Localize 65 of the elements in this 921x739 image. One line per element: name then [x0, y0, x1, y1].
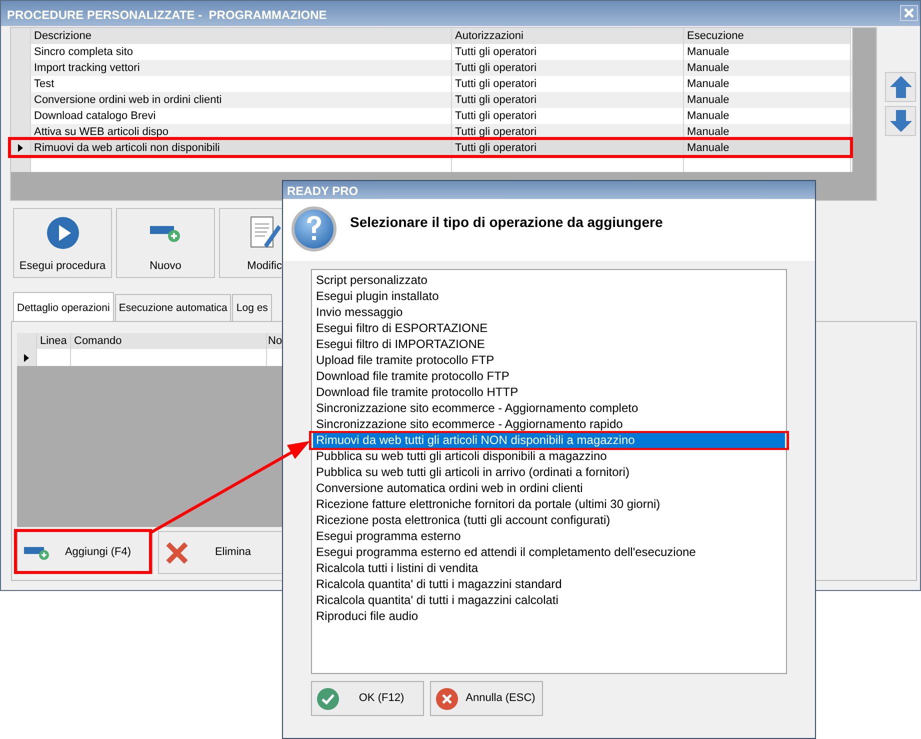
list-item[interactable]: Ricalcola quantita' di tutti i magazzini standard [313, 576, 785, 592]
column-header[interactable]: Descrizione [31, 28, 452, 44]
list-item[interactable]: Invio messaggio [313, 304, 785, 320]
table-row[interactable]: Import tracking vettori Tutti gli operatori Manuale [11, 60, 852, 76]
list-item[interactable]: Pubblica su web tutti gli articoli in arrivo (ordinati a fornitori) [313, 464, 785, 480]
toolbar-button[interactable]: Esegui procedura [13, 208, 112, 278]
list-item[interactable]: Ricalcola tutti i listini di vendita [313, 560, 785, 576]
play-icon [46, 216, 80, 250]
move-up-button[interactable] [885, 72, 916, 102]
table-cell: Manuale [684, 140, 851, 156]
list-item[interactable]: Download file tramite protocollo HTTP [313, 384, 785, 400]
add-bar-icon [150, 223, 182, 244]
list-item[interactable]: Esegui programma esterno ed attendi il completamento dell'esecuzione [313, 544, 785, 560]
list-item[interactable]: Sincronizzazione sito ecommerce - Aggiornamento completo [313, 400, 785, 416]
tab[interactable]: Esecuzione automatica [114, 294, 232, 321]
dialog-button[interactable]: OK (F12) [311, 681, 424, 716]
table-row[interactable]: Conversione ordini web in ordini clienti Tutti gli operatori Manuale [11, 92, 852, 108]
list-item[interactable]: Rimuovi da web tutti gli articoli NON disponibili a magazzino [313, 432, 785, 448]
table-row[interactable]: Rimuovi da web articoli non disponibili Tutti gli operatori Manuale [11, 140, 852, 156]
column-header[interactable]: Linea [37, 333, 71, 349]
table-cell: Conversione ordini web in ordini clienti [31, 92, 452, 108]
table-cell: Tutti gli operatori [452, 140, 684, 156]
list-item[interactable]: Esegui filtro di ESPORTAZIONE [313, 320, 785, 336]
move-down-button[interactable] [885, 106, 916, 136]
list-item[interactable]: Sincronizzazione sito ecommerce - Aggiornamento rapido [313, 416, 785, 432]
row-pointer-icon [24, 354, 29, 362]
check-icon [316, 686, 340, 710]
list-item[interactable]: Esegui programma esterno [313, 528, 785, 544]
cancel-icon [435, 686, 459, 710]
list-item[interactable]: Upload file tramite protocollo FTP [313, 352, 785, 368]
dialog-title: READY PRO [283, 181, 815, 199]
table-cell: Tutti gli operatori [452, 60, 684, 76]
column-header[interactable]: No [267, 333, 283, 349]
row-header-cell [17, 333, 37, 349]
list-item[interactable]: Ricezione fatture elettroniche fornitori da portale (ultimi 30 giorni) [313, 496, 785, 512]
operation-button[interactable]: Elimina [158, 531, 284, 574]
tab[interactable]: Log es [232, 294, 272, 321]
window-title: PROCEDURE PERSONALIZZATE - PROGRAMMAZIONE [7, 7, 327, 24]
list-item[interactable]: Riproduci file audio [313, 608, 785, 624]
list-item[interactable]: Ricalcola quantita' di tutti i magazzini calcolati [313, 592, 785, 608]
table-cell: Manuale [684, 60, 851, 76]
close-icon[interactable] [900, 5, 918, 21]
table-cell: Rimuovi da web articoli non disponibili [31, 140, 452, 156]
toolbar-button[interactable]: Nuovo [116, 208, 215, 278]
delete-icon [165, 540, 189, 564]
list-item[interactable]: Pubblica su web tutti gli articoli disponibili a magazzino [313, 448, 785, 464]
add-bar-icon [24, 544, 50, 560]
list-item[interactable]: Download file tramite protocollo FTP [313, 368, 785, 384]
toolbar-button[interactable]: Modific [219, 208, 283, 278]
list-item[interactable]: Esegui filtro di IMPORTAZIONE [313, 336, 785, 352]
column-header[interactable]: Esecuzione [684, 28, 851, 44]
column-header[interactable]: Comando [71, 333, 267, 349]
list-item[interactable]: Ricezione posta elettronica (tutti gli account configurati) [313, 512, 785, 528]
row-pointer-icon [18, 144, 23, 152]
dialog-button[interactable]: Annulla (ESC) [430, 681, 543, 716]
dialog-heading: Selezionare il tipo di operazione da aggiungere [350, 213, 663, 232]
question-icon [291, 206, 337, 252]
column-header[interactable]: Autorizzazioni [452, 28, 684, 44]
list-item[interactable]: Conversione automatica ordini web in ordini clienti [313, 480, 785, 496]
table-cell: Tutti gli operatori [452, 92, 684, 108]
table-cell: Manuale [684, 92, 851, 108]
tab[interactable]: Dettaglio operazioni [13, 292, 114, 321]
table-cell: Import tracking vettori [31, 60, 452, 76]
list-item[interactable]: Esegui plugin installato [313, 288, 785, 304]
list-item[interactable]: Script personalizzato [313, 272, 785, 288]
